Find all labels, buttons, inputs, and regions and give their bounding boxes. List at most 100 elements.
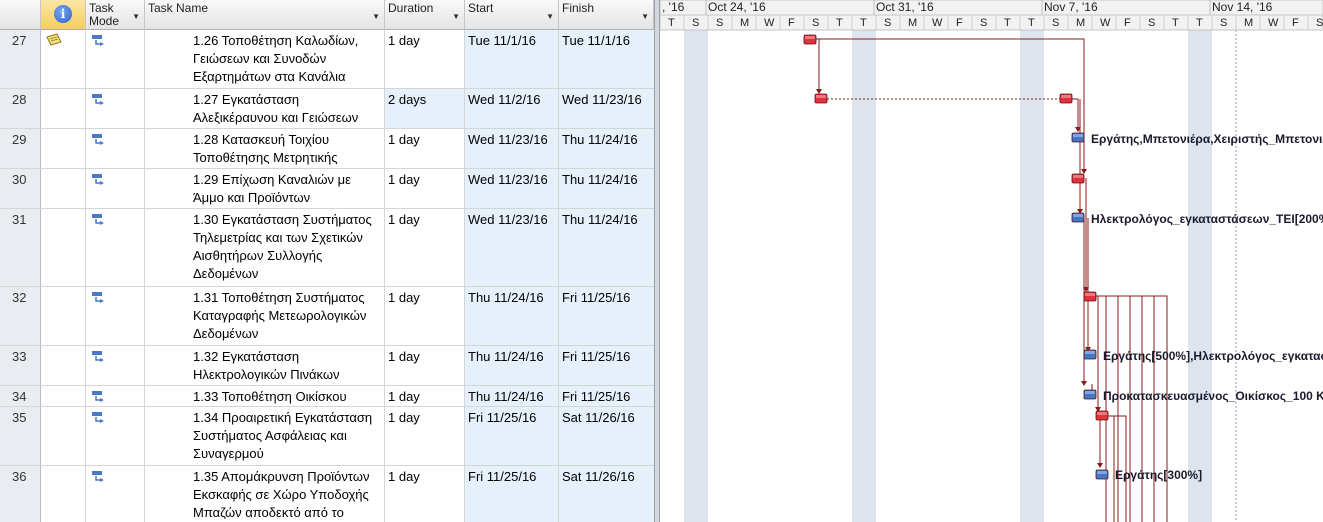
task-mode-cell[interactable] — [86, 466, 145, 522]
table-row[interactable]: 36 1.35 Απομάκρυνση Προϊόντων Εκσκαφής σ… — [0, 466, 654, 522]
task-mode-cell[interactable] — [86, 287, 145, 345]
duration-cell[interactable]: 1 day — [385, 386, 465, 406]
task-mode-cell[interactable] — [86, 407, 145, 465]
auto-scheduled-task-icon — [92, 412, 104, 423]
finish-cell[interactable]: Fri 11/25/16 — [559, 386, 654, 406]
finish-cell[interactable]: Thu 11/24/16 — [559, 129, 654, 168]
table-row[interactable]: 30 1.29 Επίχωση Καναλιών με Άμμο και Προ… — [0, 169, 654, 209]
duration-cell[interactable]: 1 day — [385, 346, 465, 385]
task-name-cell[interactable]: 1.27 Εγκατάσταση Αλεξικέραυνου και Γειώσ… — [145, 89, 385, 128]
indicator-cell[interactable] — [41, 89, 86, 128]
task-mode-cell[interactable] — [86, 346, 145, 385]
table-row[interactable]: 31 1.30 Εγκατάσταση Συστήματος Τηλεμετρί… — [0, 209, 654, 287]
indicator-cell[interactable] — [41, 386, 86, 406]
task-name-cell[interactable]: 1.30 Εγκατάσταση Συστήματος Τηλεμετρίας … — [145, 209, 385, 286]
indicator-cell[interactable] — [41, 287, 86, 345]
duration-cell[interactable]: 1 day — [385, 466, 465, 522]
start-header[interactable]: Start ▼ — [465, 0, 559, 30]
indicator-cell[interactable] — [41, 407, 86, 465]
bar-highlight — [1073, 134, 1083, 137]
start-cell[interactable]: Thu 11/24/16 — [465, 346, 559, 385]
start-cell[interactable]: Fri 11/25/16 — [465, 466, 559, 522]
row-id-header[interactable] — [0, 0, 41, 30]
duration-cell[interactable]: 1 day — [385, 30, 465, 88]
task-name-cell[interactable]: 1.34 Προαιρετική Εγκατάσταση Συστήματος … — [145, 407, 385, 465]
indicator-cell[interactable] — [41, 346, 86, 385]
table-row[interactable]: 29 1.28 Κατασκευή Τοιχίου Τοποθέτησης Με… — [0, 129, 654, 169]
indicator-cell[interactable] — [41, 169, 86, 208]
duration-header-label: Duration — [388, 1, 434, 15]
duration-cell[interactable]: 1 day — [385, 407, 465, 465]
start-cell[interactable]: Wed 11/23/16 — [465, 129, 559, 168]
resource-label: Εργάτης[300%] — [1115, 468, 1202, 482]
task-mode-cell[interactable] — [86, 30, 145, 88]
table-row[interactable]: 27 1.26 Τοποθέτηση Καλωδίων, Γειώσεων κα… — [0, 30, 654, 89]
start-cell[interactable]: Fri 11/25/16 — [465, 407, 559, 465]
gantt-chart[interactable]: , '16 Oct 24, '16 Oct 31, '16 Nov 7, '16 Nov… — [660, 0, 1323, 522]
duration-cell[interactable]: 1 day — [385, 169, 465, 208]
chevron-down-icon[interactable]: ▼ — [546, 12, 554, 21]
row-id: 35 — [0, 407, 41, 465]
task-name-cell[interactable]: 1.33 Τοποθέτηση Οικίσκου — [145, 386, 385, 406]
task-mode-cell[interactable] — [86, 89, 145, 128]
finish-cell[interactable]: Wed 11/23/16 — [559, 89, 654, 128]
task-name-cell[interactable]: 1.28 Κατασκευή Τοιχίου Τοποθέτησης Μετρη… — [145, 129, 385, 168]
link-arrow — [1081, 169, 1087, 174]
table-row[interactable]: 33 1.32 Εγκατάσταση Ηλεκτρολογικών Πινάκ… — [0, 346, 654, 386]
task-table: i Task Mode ▼ Task Name ▼ Duration ▼ Sta… — [0, 0, 654, 522]
start-cell[interactable]: Wed 11/2/16 — [465, 89, 559, 128]
finish-cell[interactable]: Tue 11/1/16 — [559, 30, 654, 88]
start-cell[interactable]: Thu 11/24/16 — [465, 287, 559, 345]
finish-cell[interactable]: Fri 11/25/16 — [559, 287, 654, 345]
task-mode-header[interactable]: Task Mode ▼ — [86, 0, 145, 30]
auto-scheduled-task-icon — [92, 134, 104, 145]
timescale-week-label: Oct 24, '16 — [708, 0, 766, 14]
timescale-day-label: W — [932, 17, 943, 29]
task-name-cell[interactable]: 1.26 Τοποθέτηση Καλωδίων, Γειώσεων και Σ… — [145, 30, 385, 88]
timescale-week-label: Nov 14, '16 — [1212, 0, 1273, 14]
timescale-day-label: M — [1076, 17, 1085, 29]
note-icon[interactable] — [46, 33, 62, 47]
start-cell[interactable]: Wed 11/23/16 — [465, 169, 559, 208]
task-mode-cell[interactable] — [86, 169, 145, 208]
duration-cell[interactable]: 1 day — [385, 287, 465, 345]
task-name-cell[interactable]: 1.29 Επίχωση Καναλιών με Άμμο και Προϊόν… — [145, 169, 385, 208]
indicators-header[interactable]: i — [41, 0, 86, 30]
gantt-canvas[interactable]: , '16 Oct 24, '16 Oct 31, '16 Nov 7, '16 Nov… — [660, 0, 1323, 522]
duration-cell[interactable]: 2 days — [385, 89, 465, 128]
chevron-down-icon[interactable]: ▼ — [452, 12, 460, 21]
timescale-day-label: T — [668, 17, 675, 29]
indicator-cell[interactable] — [41, 209, 86, 286]
task-mode-cell[interactable] — [86, 386, 145, 406]
timescale-day-label: F — [956, 17, 963, 29]
task-name-cell[interactable]: 1.35 Απομάκρυνση Προϊόντων Εκσκαφής σε Χ… — [145, 466, 385, 522]
indicator-cell[interactable] — [41, 466, 86, 522]
start-cell[interactable]: Tue 11/1/16 — [465, 30, 559, 88]
indicator-cell[interactable] — [41, 129, 86, 168]
table-row[interactable]: 35 1.34 Προαιρετική Εγκατάσταση Συστήματ… — [0, 407, 654, 466]
finish-header[interactable]: Finish ▼ — [559, 0, 654, 30]
table-row[interactable]: 28 1.27 Εγκατάσταση Αλεξικέραυνου και Γε… — [0, 89, 654, 129]
chevron-down-icon[interactable]: ▼ — [641, 12, 649, 21]
finish-cell[interactable]: Fri 11/25/16 — [559, 346, 654, 385]
task-name-cell[interactable]: 1.32 Εγκατάσταση Ηλεκτρολογικών Πινάκων — [145, 346, 385, 385]
duration-cell[interactable]: 1 day — [385, 209, 465, 286]
duration-cell[interactable]: 1 day — [385, 129, 465, 168]
duration-header[interactable]: Duration ▼ — [385, 0, 465, 30]
start-cell[interactable]: Wed 11/23/16 — [465, 209, 559, 286]
task-mode-cell[interactable] — [86, 129, 145, 168]
chevron-down-icon[interactable]: ▼ — [372, 12, 380, 21]
indicator-cell[interactable] — [41, 30, 86, 88]
table-row[interactable]: 32 1.31 Τοποθέτηση Συστήματος Καταγραφής… — [0, 287, 654, 346]
chevron-down-icon[interactable]: ▼ — [132, 12, 140, 21]
task-name-header[interactable]: Task Name ▼ — [145, 0, 385, 30]
finish-cell[interactable]: Thu 11/24/16 — [559, 209, 654, 286]
start-cell[interactable]: Thu 11/24/16 — [465, 386, 559, 406]
finish-cell[interactable]: Sat 11/26/16 — [559, 407, 654, 465]
timescale-day-label: F — [788, 17, 795, 29]
finish-cell[interactable]: Thu 11/24/16 — [559, 169, 654, 208]
task-mode-cell[interactable] — [86, 209, 145, 286]
task-name-cell[interactable]: 1.31 Τοποθέτηση Συστήματος Καταγραφής Με… — [145, 287, 385, 345]
finish-cell[interactable]: Sat 11/26/16 — [559, 466, 654, 522]
table-row[interactable]: 34 1.33 Τοποθέτηση Οικίσκου 1 day Thu 11… — [0, 386, 654, 407]
